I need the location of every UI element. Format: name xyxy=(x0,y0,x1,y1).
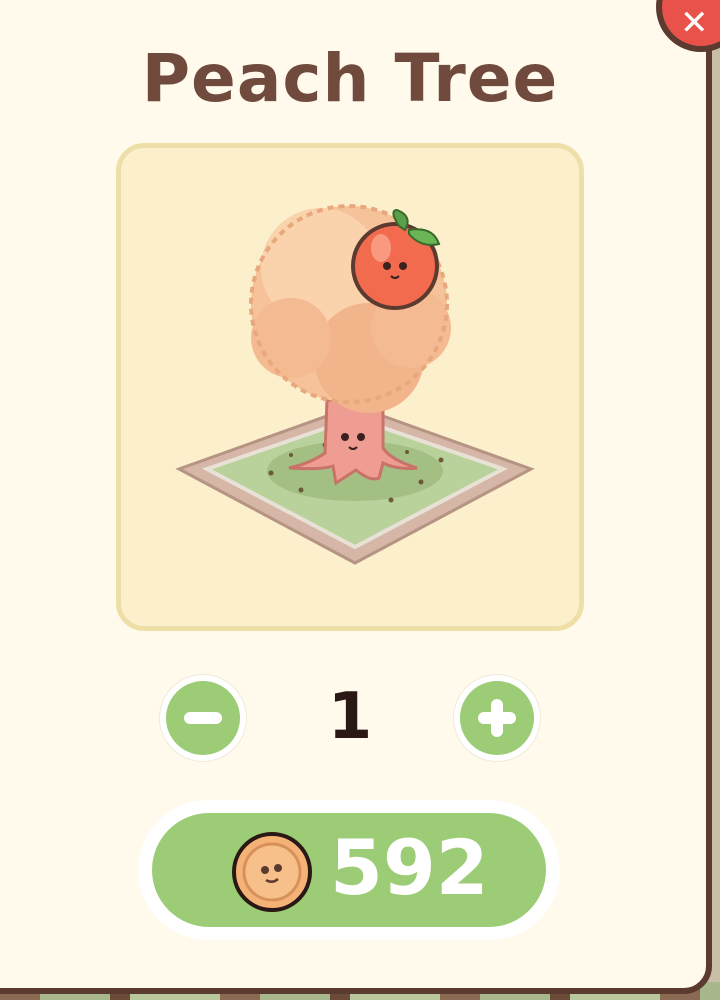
peach-tree-illustration xyxy=(175,204,535,565)
plus-icon xyxy=(460,681,534,755)
price-label: 592 xyxy=(330,823,489,912)
item-preview-frame xyxy=(116,143,584,631)
close-icon: ✕ xyxy=(680,3,709,43)
coin-icon xyxy=(232,832,312,912)
increase-quantity-button[interactable] xyxy=(454,675,540,761)
item-title: Peach Tree xyxy=(141,40,559,117)
quantity-value: 1 xyxy=(327,680,373,754)
minus-icon xyxy=(166,681,240,755)
decrease-quantity-button[interactable] xyxy=(160,675,246,761)
